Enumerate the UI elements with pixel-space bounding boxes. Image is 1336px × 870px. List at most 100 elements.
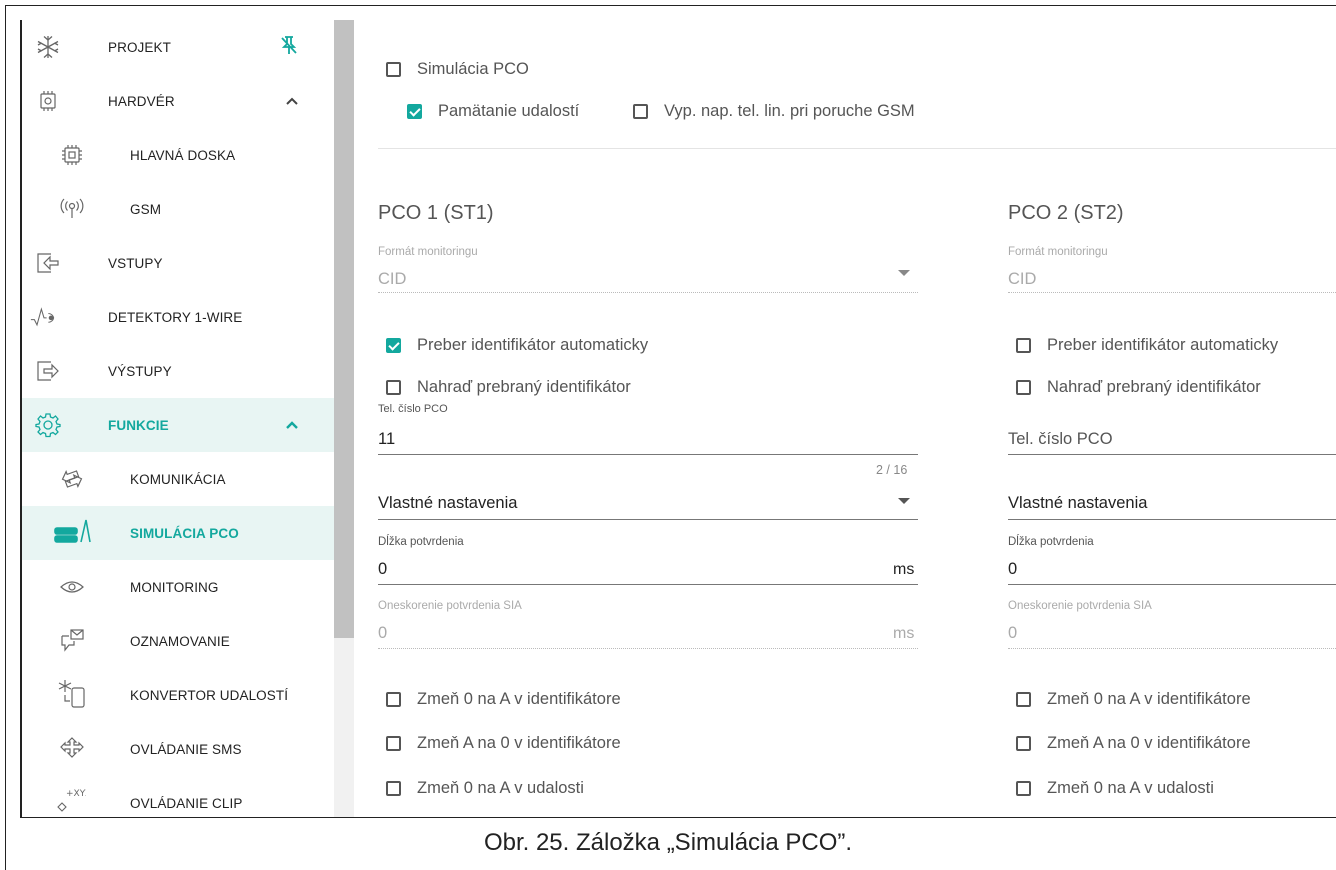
pco1-settings-select[interactable]: Vlastné nastavenia <box>378 494 517 513</box>
sidebar-item-gsm[interactable]: GSM <box>20 182 334 236</box>
sidebar-scrollbar[interactable] <box>334 20 354 817</box>
pco2-title: PCO 2 (ST2) <box>1008 202 1124 224</box>
pco1-onesk-input[interactable]: 0 <box>378 624 387 643</box>
svg-text:+XYZ: +XYZ <box>66 789 86 799</box>
sidebar-item-konvertor[interactable]: KONVERTOR UDALOSTÍ <box>20 668 334 722</box>
sidebar-item-label: HLAVNÁ DOSKA <box>130 148 236 163</box>
pco2-settings-select[interactable]: Vlastné nastavenia <box>1008 494 1147 513</box>
pco1-zmen2-checkbox[interactable]: Zmeň A na 0 v identifikátore <box>386 734 621 753</box>
pco1-tel-input[interactable]: 11 <box>378 430 395 449</box>
pco2-zmen1-checkbox[interactable]: Zmeň 0 na A v identifikátore <box>1016 690 1251 709</box>
pco1-zmen1-checkbox[interactable]: Zmeň 0 na A v identifikátore <box>386 690 621 709</box>
sidebar-item-label: OVLÁDANIE SMS <box>130 742 242 757</box>
field-underline <box>378 454 918 455</box>
checkbox-label: Pamätanie udalostí <box>438 102 580 120</box>
snowflake-icon <box>34 33 62 61</box>
field-underline <box>1008 584 1336 585</box>
pco2-preber-checkbox[interactable]: Preber identifikátor automaticky <box>1016 336 1278 355</box>
simulacia-pco-checkbox[interactable]: Simulácia PCO <box>386 60 529 79</box>
checkbox-box[interactable] <box>386 338 401 353</box>
sidebar-item-label: VÝSTUPY <box>108 364 172 379</box>
sidebar-item-label: KONVERTOR UDALOSTÍ <box>130 688 289 703</box>
sidebar-item-komunikacia[interactable]: KOMUNIKÁCIA <box>20 452 334 506</box>
pco1-zmen3-checkbox[interactable]: Zmeň 0 na A v udalosti <box>386 779 584 798</box>
dropdown-arrow-icon[interactable] <box>898 498 910 504</box>
checkbox-box[interactable] <box>1016 338 1031 353</box>
pco1-nahrad-checkbox[interactable]: Nahraď prebraný identifikátor <box>386 378 631 397</box>
pamatanie-checkbox[interactable]: Pamätanie udalostí <box>407 102 579 121</box>
sidebar-item-simulacia-pco[interactable]: SIMULÁCIA PCO <box>20 506 334 560</box>
checkbox-box[interactable] <box>386 781 401 796</box>
frame-line <box>20 20 22 818</box>
checkbox-label: Zmeň A na 0 v identifikátore <box>417 734 621 752</box>
sidebar-item-label: DETEKTORY 1-WIRE <box>108 310 243 325</box>
sidebar-item-label: FUNKCIE <box>108 418 169 433</box>
sidebar-item-label: HARDVÉR <box>108 94 175 109</box>
pco2-nahrad-checkbox[interactable]: Nahraď prebraný identifikátor <box>1016 378 1261 397</box>
sidebar-item-oznamovanie[interactable]: OZNAMOVANIE <box>20 614 334 668</box>
field-underline <box>1008 454 1336 455</box>
sidebar-item-hlavna-doska[interactable]: HLAVNÁ DOSKA <box>20 128 334 182</box>
sidebar: PROJEKT HARDVÉR HLAVNÁ DOSKA GSM VSTUPY … <box>20 20 334 817</box>
sidebar-item-projekt[interactable]: PROJEKT <box>20 20 334 74</box>
pco2-onesk-label: Oneskorenie potvrdenia SIA <box>1008 600 1152 612</box>
pco1-dlzka-input[interactable]: 0 <box>378 560 387 579</box>
pco1-title: PCO 1 (ST1) <box>378 202 494 224</box>
field-underline <box>378 648 918 649</box>
sidebar-item-ovladanie-sms[interactable]: OVLÁDANIE SMS <box>20 722 334 776</box>
chevron-up-icon[interactable] <box>282 415 302 435</box>
checkbox-label: Simulácia PCO <box>417 60 529 78</box>
pco2-dlzka-label: Dĺžka potvrdenia <box>1008 536 1094 548</box>
pco2-zmen3-checkbox[interactable]: Zmeň 0 na A v udalosti <box>1016 779 1214 798</box>
checkbox-label: Nahraď prebraný identifikátor <box>1047 378 1261 396</box>
checkbox-box[interactable] <box>386 736 401 751</box>
snow-phone-icon <box>56 678 88 710</box>
checkbox-box[interactable] <box>1016 736 1031 751</box>
unpin-icon[interactable] <box>278 34 300 56</box>
sidebar-item-label: PROJEKT <box>108 40 171 55</box>
app-window: PROJEKT HARDVÉR HLAVNÁ DOSKA GSM VSTUPY … <box>20 20 1336 818</box>
sidebar-item-label: OZNAMOVANIE <box>130 634 230 649</box>
sidebar-item-detektory[interactable]: DETEKTORY 1-WIRE <box>20 290 334 344</box>
char-counter: 2 / 16 <box>876 463 908 477</box>
pco2-format-label: Formát monitoringu <box>1008 246 1108 258</box>
arrows-exchange-icon <box>58 465 86 493</box>
checkbox-box[interactable] <box>1016 380 1031 395</box>
sidebar-item-hardver[interactable]: HARDVÉR <box>20 74 334 128</box>
checkbox-label: Preber identifikátor automaticky <box>417 336 649 354</box>
pco1-format-select[interactable]: CID <box>378 270 406 289</box>
checkbox-box[interactable] <box>386 380 401 395</box>
pco2-onesk-input[interactable]: 0 <box>1008 624 1017 643</box>
sidebar-item-funkcie[interactable]: FUNKCIE <box>20 398 334 452</box>
checkbox-box[interactable] <box>386 62 401 77</box>
scrollbar-thumb[interactable] <box>334 20 354 638</box>
checkbox-box[interactable] <box>633 104 648 119</box>
dropdown-arrow-icon[interactable] <box>898 270 910 276</box>
sidebar-item-ovladanie-clip[interactable]: +XYZ OVLÁDANIE CLIP <box>20 776 334 817</box>
sidebar-item-monitoring[interactable]: MONITORING <box>20 560 334 614</box>
pco2-format-select[interactable]: CID <box>1008 270 1036 289</box>
checkbox-box[interactable] <box>407 104 422 119</box>
pco1-format-label: Formát monitoringu <box>378 246 478 258</box>
pco2-tel-input[interactable]: Tel. číslo PCO <box>1008 430 1113 449</box>
chip-icon <box>34 87 62 115</box>
sidebar-item-label: OVLÁDANIE CLIP <box>130 796 243 811</box>
checkbox-label: Zmeň 0 na A v udalosti <box>417 779 584 797</box>
pco1-preber-checkbox[interactable]: Preber identifikátor automaticky <box>386 336 648 355</box>
checkbox-box[interactable] <box>386 692 401 707</box>
server-signal-icon <box>52 517 92 545</box>
clip-control-icon: +XYZ <box>54 786 86 814</box>
pco2-zmen2-checkbox[interactable]: Zmeň A na 0 v identifikátore <box>1016 734 1251 753</box>
pco2-dlzka-input[interactable]: 0 <box>1008 560 1017 579</box>
field-underline <box>1008 292 1336 293</box>
checkbox-box[interactable] <box>1016 692 1031 707</box>
sidebar-item-vstupy[interactable]: VSTUPY <box>20 236 334 290</box>
board-chip-icon <box>58 141 86 169</box>
sidebar-item-vystupy[interactable]: VÝSTUPY <box>20 344 334 398</box>
sidebar-item-label: KOMUNIKÁCIA <box>130 472 226 487</box>
checkbox-label: Zmeň 0 na A v identifikátore <box>1047 690 1251 708</box>
vyp-nap-checkbox[interactable]: Vyp. nap. tel. lin. pri poruche GSM <box>633 102 915 121</box>
chevron-up-icon[interactable] <box>282 91 302 111</box>
sms-control-icon <box>58 735 86 763</box>
checkbox-box[interactable] <box>1016 781 1031 796</box>
